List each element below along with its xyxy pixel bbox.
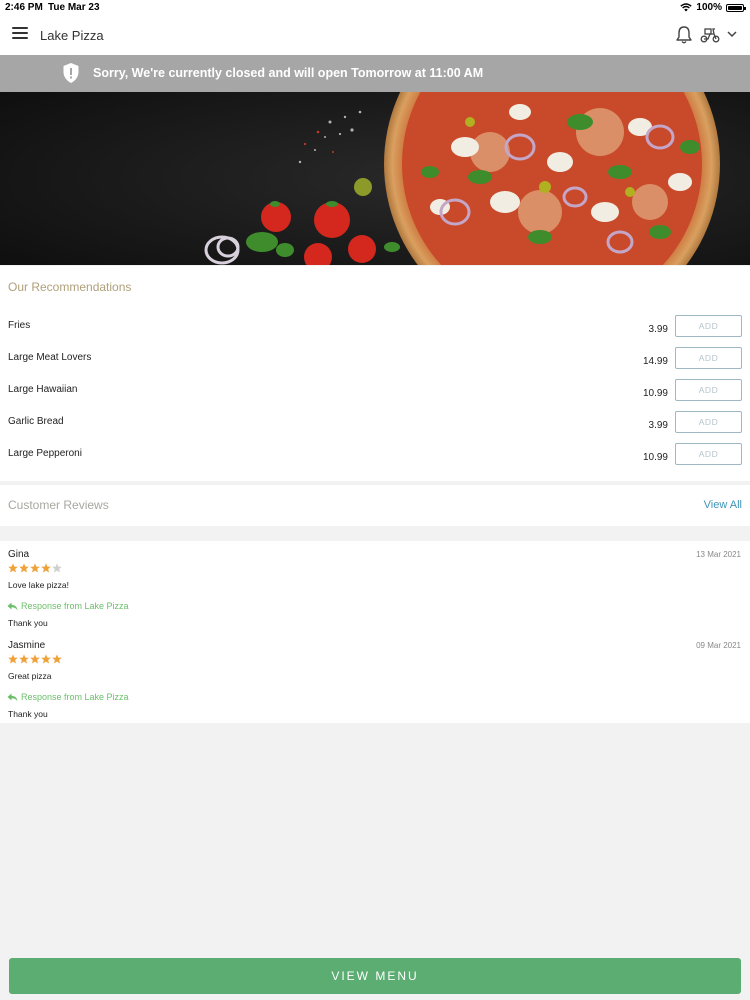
wifi-icon [680, 3, 693, 12]
reviews-title: Customer Reviews [8, 498, 109, 512]
reviews-list: Gina 13 Mar 2021 Love lake pizza! Respon… [0, 541, 750, 723]
menu-icon[interactable] [12, 27, 28, 41]
recommendation-item: Fries 3.99 ADD [0, 315, 750, 352]
item-price: 3.99 [648, 324, 668, 335]
battery-percent: 100% [696, 2, 722, 13]
battery-icon [726, 3, 746, 12]
response-label: Response from Lake Pizza [21, 692, 129, 702]
view-menu-button[interactable]: VIEW MENU [9, 958, 741, 994]
response-text: Thank you [8, 618, 48, 628]
reviews-header: Customer Reviews View All [0, 485, 750, 526]
item-name: Large Meat Lovers [8, 352, 92, 363]
item-name: Fries [8, 320, 31, 331]
reply-icon [7, 602, 18, 610]
status-date: Tue Mar 23 [48, 2, 100, 13]
item-price: 14.99 [642, 356, 668, 367]
scooter-icon[interactable] [700, 26, 720, 44]
app-title: Lake Pizza [40, 28, 104, 43]
add-button[interactable]: ADD [675, 443, 742, 465]
item-name: Garlic Bread [8, 416, 64, 427]
response-header: Response from Lake Pizza [7, 601, 129, 611]
reviewer-name: Jasmine [8, 640, 46, 651]
closed-message: Sorry, We're currently closed and will o… [93, 66, 484, 80]
review-date: 09 Mar 2021 [696, 641, 741, 650]
reviewer-name: Gina [8, 549, 30, 560]
star-filled-icon [19, 654, 29, 664]
item-price: 3.99 [648, 420, 668, 431]
star-rating [8, 654, 62, 664]
add-button[interactable]: ADD [675, 411, 742, 433]
review-text: Great pizza [8, 671, 52, 681]
response-label: Response from Lake Pizza [21, 601, 129, 611]
shield-alert-icon [63, 63, 79, 83]
reply-icon [7, 693, 18, 701]
add-button[interactable]: ADD [675, 347, 742, 369]
star-filled-icon [30, 563, 40, 573]
item-name: Large Hawaiian [8, 384, 78, 395]
star-filled-icon [52, 654, 62, 664]
star-filled-icon [8, 563, 18, 573]
star-filled-icon [30, 654, 40, 664]
review-text: Love lake pizza! [8, 580, 69, 590]
bell-icon[interactable] [675, 25, 693, 45]
chevron-down-icon[interactable] [726, 28, 738, 40]
star-empty-icon [52, 563, 62, 573]
star-filled-icon [8, 654, 18, 664]
review-date: 13 Mar 2021 [696, 550, 741, 559]
response-header: Response from Lake Pizza [7, 692, 129, 702]
recommendations-section: Our Recommendations Fries 3.99 ADD Large… [0, 266, 750, 481]
item-name: Large Pepperoni [8, 448, 82, 459]
item-price: 10.99 [642, 452, 668, 463]
status-right: 100% [680, 2, 746, 13]
pizza-illustration [0, 92, 750, 265]
recommendation-item: Large Pepperoni 10.99 ADD [0, 443, 750, 480]
view-all-link[interactable]: View All [704, 499, 742, 511]
recommendation-item: Garlic Bread 3.99 ADD [0, 411, 750, 448]
recommendations-title: Our Recommendations [8, 280, 132, 294]
status-bar: 2:46 PM Tue Mar 23 100% [0, 0, 750, 14]
status-time: 2:46 PM [5, 2, 43, 13]
star-filled-icon [19, 563, 29, 573]
star-filled-icon [41, 654, 51, 664]
closed-banner: Sorry, We're currently closed and will o… [0, 55, 750, 92]
top-bar: Lake Pizza [0, 14, 750, 55]
star-filled-icon [41, 563, 51, 573]
add-button[interactable]: ADD [675, 379, 742, 401]
star-rating [8, 563, 62, 573]
response-text: Thank you [8, 709, 48, 719]
recommendation-item: Large Meat Lovers 14.99 ADD [0, 347, 750, 384]
add-button[interactable]: ADD [675, 315, 742, 337]
item-price: 10.99 [642, 388, 668, 399]
hero-pizza-image [0, 92, 750, 265]
recommendation-item: Large Hawaiian 10.99 ADD [0, 379, 750, 416]
